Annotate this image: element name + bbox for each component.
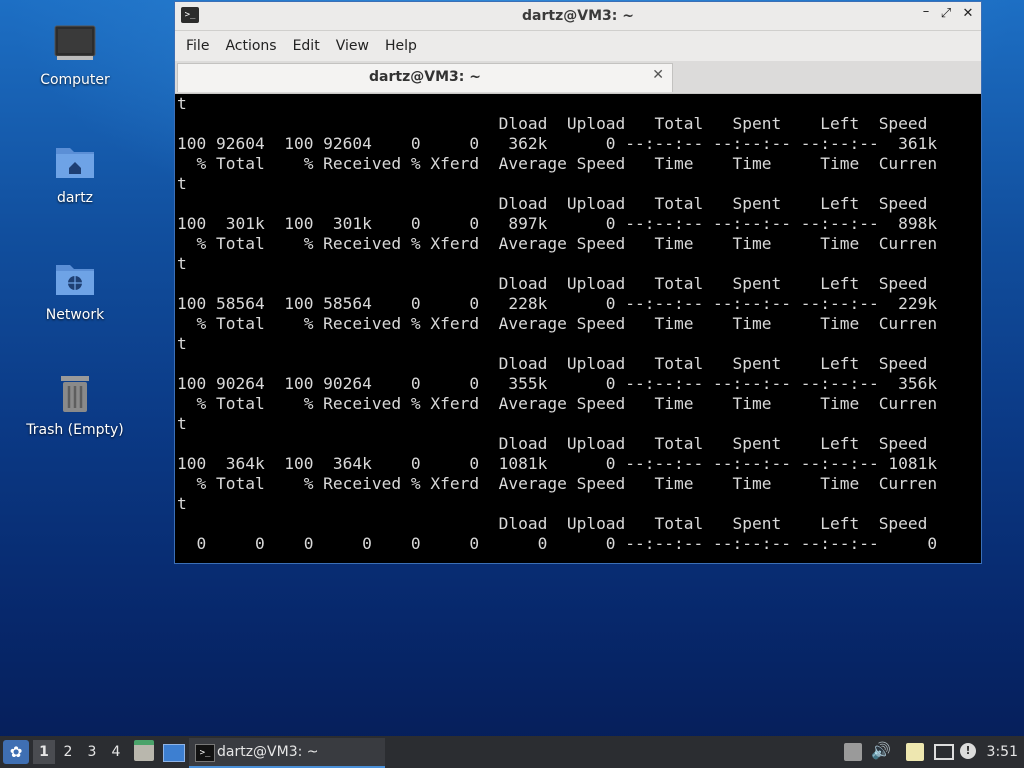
terminal-line: Dload Upload Total Spent Left Speed [177, 514, 928, 533]
terminal-line: % Total % Received % Xferd Average Speed… [177, 234, 938, 253]
computer-icon [53, 22, 97, 66]
desktop-icon-label: Network [45, 307, 105, 323]
desktop-icon-computer[interactable]: Computer [15, 22, 135, 88]
taskbar-task-terminal[interactable]: >_ dartz@VM3: ~ [189, 738, 385, 768]
terminal-line: t [177, 174, 187, 193]
terminal-icon: >_ [195, 744, 215, 762]
terminal-line: 100 90264 100 90264 0 0 355k 0 --:--:-- … [177, 374, 938, 393]
terminal-line: t [177, 254, 187, 273]
terminal-window[interactable]: >_ dartz@VM3: ~ – ⤢ ✕ File Actions Edit … [174, 1, 982, 564]
workspace-4-button[interactable]: 4 [105, 744, 127, 760]
app-menu-button[interactable]: ✿ [3, 740, 29, 764]
tab-bar: dartz@VM3: ~ ✕ [175, 61, 981, 94]
tab-terminal[interactable]: dartz@VM3: ~ ✕ [177, 63, 673, 92]
terminal-line: Dload Upload Total Spent Left Speed [177, 274, 928, 293]
terminal-line: 100 364k 100 364k 0 0 1081k 0 --:--:-- -… [177, 454, 938, 473]
terminal-line: t [177, 414, 187, 433]
window-titlebar[interactable]: >_ dartz@VM3: ~ – ⤢ ✕ [175, 2, 981, 31]
update-notifier-icon[interactable] [844, 743, 862, 761]
terminal-line: t [177, 494, 187, 513]
taskbar: ✿ 1 2 3 4 >_ dartz@VM3: ~ 🔊 ! 3:51 [0, 736, 1024, 768]
terminal-line: % Total % Received % Xferd Average Speed… [177, 314, 938, 333]
workspace-2-button[interactable]: 2 [57, 744, 79, 760]
tab-label: dartz@VM3: ~ [369, 69, 481, 85]
trash-icon [53, 372, 97, 416]
file-manager-launcher-icon[interactable] [134, 740, 154, 761]
terminal-line: t [177, 334, 187, 353]
desktop-icon-label: Computer [40, 72, 110, 88]
terminal-line: Dload Upload Total Spent Left Speed [177, 114, 928, 133]
workspace-3-button[interactable]: 3 [81, 744, 103, 760]
terminal-output[interactable]: t Dload Upload Total Spent Left Speed 100… [177, 94, 977, 560]
menu-edit[interactable]: Edit [285, 38, 328, 54]
desktop-icon-home-folder[interactable]: dartz [15, 140, 135, 206]
notification-icon[interactable]: ! [960, 743, 976, 759]
minimize-button[interactable]: – [917, 4, 935, 19]
menu-view[interactable]: View [328, 38, 377, 54]
menu-bar: File Actions Edit View Help [175, 31, 981, 61]
clipboard-icon[interactable] [906, 743, 924, 761]
network-icon[interactable] [934, 744, 954, 760]
workspace-1-button[interactable]: 1 [33, 740, 55, 764]
terminal-line: Dload Upload Total Spent Left Speed [177, 194, 928, 213]
desktop-icon-trash[interactable]: Trash (Empty) [15, 372, 135, 438]
desktop-icon-label: Trash (Empty) [26, 422, 124, 438]
terminal-line: 100 58564 100 58564 0 0 228k 0 --:--:-- … [177, 294, 938, 313]
volume-icon[interactable]: 🔊 [871, 741, 891, 760]
terminal-line: Dload Upload Total Spent Left Speed [177, 434, 928, 453]
menu-actions[interactable]: Actions [217, 38, 284, 54]
clock[interactable]: 3:51 [987, 744, 1018, 760]
close-button[interactable]: ✕ [959, 6, 977, 21]
terminal-line: t [177, 94, 187, 113]
lxqt-logo-icon: ✿ [9, 743, 23, 761]
menu-file[interactable]: File [178, 38, 217, 54]
task-label: dartz@VM3: ~ [217, 744, 319, 760]
terminal-line: Dload Upload Total Spent Left Speed [177, 354, 928, 373]
terminal-line: 100 92604 100 92604 0 0 362k 0 --:--:-- … [177, 134, 938, 153]
terminal-line: % Total % Received % Xferd Average Speed… [177, 154, 938, 173]
window-title: dartz@VM3: ~ [522, 8, 634, 24]
show-desktop-icon[interactable] [163, 744, 185, 762]
terminal-line: % Total % Received % Xferd Average Speed… [177, 394, 938, 413]
terminal-line: % Total % Received % Xferd Average Speed… [177, 474, 938, 493]
home-folder-icon [53, 140, 97, 184]
menu-help[interactable]: Help [377, 38, 425, 54]
desktop-icon-network[interactable]: Network [15, 257, 135, 323]
terminal-line: 0 0 0 0 0 0 0 0 --:--:-- --:--:-- --:--:… [177, 534, 938, 553]
tab-close-icon[interactable]: ✕ [652, 67, 664, 83]
desktop-icon-label: dartz [56, 190, 94, 206]
network-folder-icon [53, 257, 97, 301]
maximize-button[interactable]: ⤢ [937, 6, 955, 21]
terminal-line: 100 301k 100 301k 0 0 897k 0 --:--:-- --… [177, 214, 938, 233]
